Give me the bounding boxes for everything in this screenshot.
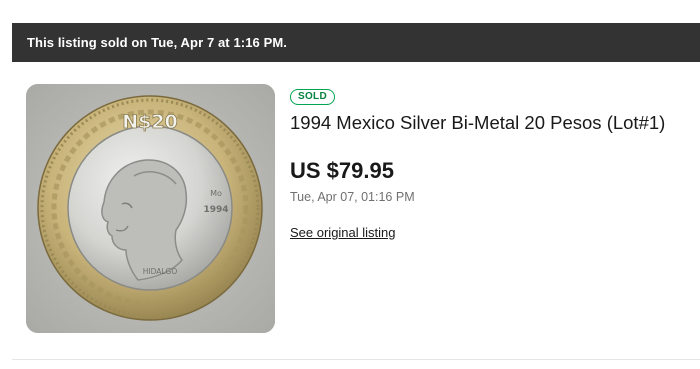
sold-notice-text: This listing sold on Tue, Apr 7 at 1:16 …: [27, 35, 287, 50]
coin-year: 1994: [203, 205, 228, 215]
coin-mint-mark: Mo: [210, 189, 222, 198]
section-divider: [12, 359, 700, 360]
sold-notice-banner: This listing sold on Tue, Apr 7 at 1:16 …: [12, 23, 700, 62]
coin-denomination: N$20: [122, 111, 178, 133]
sold-status-badge: SOLD: [290, 89, 335, 105]
coin-portrait-name: HIDALGO: [143, 267, 178, 276]
listing-details: SOLD 1994 Mexico Silver Bi-Metal 20 Peso…: [290, 86, 690, 242]
listing-image[interactable]: N$20 Mo 1994 HIDALGO: [26, 84, 275, 333]
sold-date: Tue, Apr 07, 01:16 PM: [290, 190, 415, 204]
top-edge: [0, 0, 700, 23]
coin-image: N$20 Mo 1994 HIDALGO: [26, 84, 275, 333]
listing-price: US $79.95: [290, 158, 394, 183]
see-original-listing-link[interactable]: See original listing: [290, 225, 396, 241]
listing-title: 1994 Mexico Silver Bi-Metal 20 Pesos (Lo…: [290, 112, 666, 133]
